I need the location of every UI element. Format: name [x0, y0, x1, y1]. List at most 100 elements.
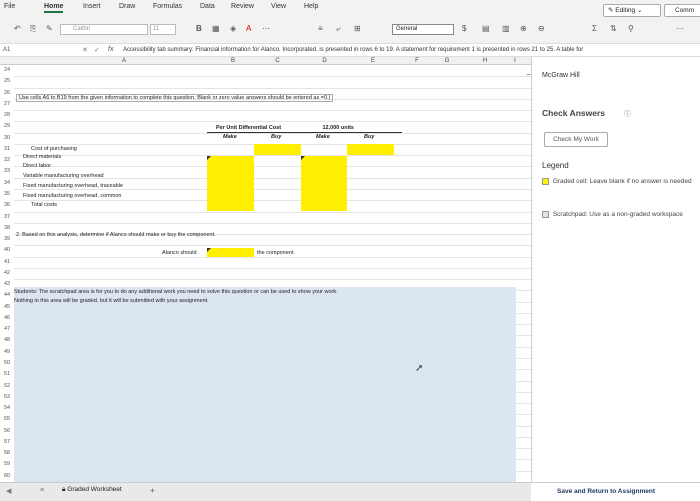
column-header[interactable]: G — [437, 57, 457, 65]
row-header[interactable]: 58 — [0, 448, 14, 459]
comments-button[interactable]: Comm — [664, 4, 700, 17]
wrap-text-icon[interactable]: ⤶ — [336, 24, 340, 34]
format-painter-icon[interactable]: ✎ — [46, 24, 53, 33]
row-header[interactable]: 27 — [0, 99, 14, 110]
tab-view[interactable]: View — [271, 3, 286, 10]
row-header[interactable]: 42 — [0, 268, 14, 279]
tab-formulas[interactable]: Formulas — [153, 3, 182, 10]
row-header[interactable]: 26 — [0, 88, 14, 99]
conditional-format-icon[interactable]: ▤ — [482, 24, 490, 33]
borders-icon[interactable]: ▦ — [212, 24, 220, 33]
check-my-work-button[interactable]: Check My Work — [544, 132, 608, 147]
row-header[interactable]: 40 — [0, 245, 14, 256]
row-header[interactable]: 46 — [0, 313, 14, 324]
row-header[interactable]: 38 — [0, 223, 14, 234]
scratchpad-area[interactable]: Students: The scratchpad area is for you… — [14, 287, 516, 482]
sort-filter-icon[interactable]: ⇅ — [610, 24, 617, 33]
collapse-icon[interactable]: − — [526, 70, 531, 79]
row-header[interactable]: 33 — [0, 166, 14, 177]
row-header[interactable]: 39 — [0, 234, 14, 245]
row-header[interactable]: 52 — [0, 381, 14, 392]
align-icon[interactable]: ≡ — [318, 24, 323, 33]
row-header[interactable]: 56 — [0, 426, 14, 437]
row-header[interactable]: 34 — [0, 178, 14, 189]
row-header[interactable]: 41 — [0, 257, 14, 268]
row-header[interactable]: 50 — [0, 358, 14, 369]
info-icon[interactable]: ⓘ — [624, 109, 631, 119]
tab-file[interactable]: File — [4, 3, 15, 10]
tab-home[interactable]: Home — [44, 3, 64, 13]
row-header[interactable]: 47 — [0, 324, 14, 335]
font-color-icon[interactable]: A — [246, 24, 251, 33]
font-name-select[interactable]: Calibri — [60, 24, 148, 35]
formula-input[interactable]: Accessibility tab summary: Financial inf… — [123, 47, 583, 53]
row-header[interactable]: 59 — [0, 459, 14, 470]
graded-cell-make-costs-total[interactable] — [301, 156, 347, 211]
tab-data[interactable]: Data — [200, 3, 215, 10]
sheet-list-icon[interactable]: ≡ — [40, 487, 44, 494]
row-header[interactable]: 51 — [0, 369, 14, 380]
row-header[interactable]: 32 — [0, 155, 14, 166]
cell-styles-icon[interactable]: ▥ — [502, 24, 510, 33]
row-header[interactable]: 30 — [0, 133, 14, 144]
column-header[interactable]: F — [397, 57, 437, 65]
insert-cells-icon[interactable]: ⊕ — [520, 24, 527, 33]
graded-cell-make-costs[interactable] — [207, 156, 254, 211]
row-header[interactable]: 45 — [0, 302, 14, 313]
row-header[interactable]: 48 — [0, 335, 14, 346]
row-header[interactable]: 44 — [0, 290, 14, 301]
sheet-tab-graded-worksheet[interactable]: 🔒︎ Graded Worksheet — [62, 486, 122, 494]
tab-review[interactable]: Review — [231, 3, 254, 10]
more-options-icon[interactable]: ⋯ — [262, 24, 270, 33]
row-header[interactable]: 54 — [0, 403, 14, 414]
row-header[interactable]: 28 — [0, 110, 14, 121]
graded-cell-buy-purchase-total[interactable] — [347, 144, 394, 155]
name-box[interactable]: A1 — [3, 47, 10, 53]
row-header[interactable]: 57 — [0, 437, 14, 448]
number-format-select[interactable]: General — [392, 24, 454, 35]
tab-insert[interactable]: Insert — [83, 3, 101, 10]
column-header[interactable]: H — [475, 57, 495, 65]
row-header[interactable]: 60 — [0, 471, 14, 482]
font-size-select[interactable]: 11 — [150, 24, 176, 35]
bold-icon[interactable]: B — [196, 24, 202, 33]
scroll-left-icon[interactable]: ◀ — [6, 487, 11, 495]
currency-icon[interactable]: $ — [462, 24, 466, 33]
tab-help[interactable]: Help — [304, 3, 318, 10]
row-header[interactable]: 31 — [0, 144, 14, 155]
fill-color-icon[interactable]: ◈ — [230, 24, 236, 33]
add-sheet-button[interactable]: + — [150, 486, 155, 495]
function-icon[interactable]: fx — [108, 46, 113, 53]
per-unit-header: Per Unit Differential Cost — [216, 125, 282, 131]
row-header[interactable]: 29 — [0, 121, 14, 132]
graded-cell-make-or-buy[interactable] — [207, 248, 254, 257]
tab-draw[interactable]: Draw — [119, 3, 135, 10]
column-header[interactable]: C — [255, 57, 300, 65]
save-and-return-button[interactable]: Save and Return to Assignment — [531, 482, 700, 501]
row-header[interactable]: 53 — [0, 392, 14, 403]
row-header[interactable]: 37 — [0, 212, 14, 223]
column-header[interactable]: I — [505, 57, 525, 65]
cancel-icon[interactable]: ✕ — [82, 46, 88, 54]
autosum-icon[interactable]: Σ — [592, 24, 597, 33]
confirm-icon[interactable]: ✓ — [94, 46, 100, 54]
merge-icon[interactable]: ⊞ — [354, 24, 361, 33]
undo-icon[interactable]: ↶ — [14, 24, 21, 33]
editing-mode-button[interactable]: ✎ Editing ⌄ — [603, 4, 661, 17]
column-header[interactable]: E — [349, 57, 397, 65]
ellipsis-icon[interactable]: ⋯ — [676, 24, 684, 33]
column-header[interactable]: D — [302, 57, 347, 65]
row-header[interactable]: 49 — [0, 347, 14, 358]
row-header[interactable]: 36 — [0, 200, 14, 211]
row-header[interactable]: 43 — [0, 279, 14, 290]
clipboard-icon[interactable]: ⎘ — [30, 24, 36, 34]
find-icon[interactable]: ⚲ — [628, 24, 634, 33]
row-header[interactable]: 35 — [0, 189, 14, 200]
row-header[interactable]: 25 — [0, 76, 14, 87]
row-header[interactable]: 24 — [0, 65, 14, 76]
delete-cells-icon[interactable]: ⊖ — [538, 24, 545, 33]
cost-row-label: Direct labor — [23, 163, 52, 169]
row-header[interactable]: 55 — [0, 414, 14, 425]
graded-cell-buy-purchase[interactable] — [254, 144, 301, 155]
spreadsheet-grid[interactable]: A B C D E F G H I 24 25 26 27 28 29 30 31 32 33 34… — [0, 57, 531, 482]
